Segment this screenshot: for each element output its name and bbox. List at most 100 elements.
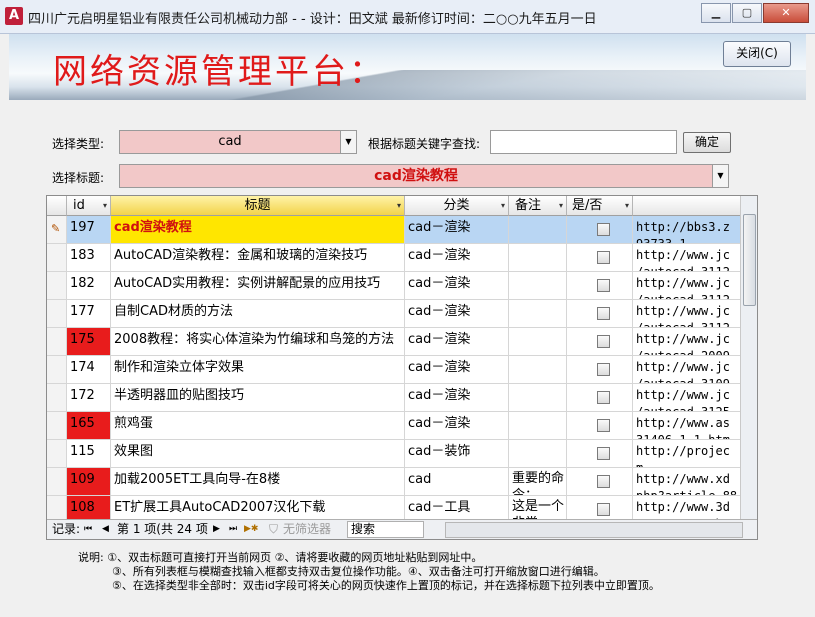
cell-url[interactable]: http://www.jc /autocad-2009: [633, 328, 741, 355]
cell-note[interactable]: [509, 244, 567, 271]
cell-category[interactable]: cad－渲染: [405, 300, 509, 327]
row-selector[interactable]: [47, 384, 67, 411]
column-header-id[interactable]: id ▾: [67, 196, 111, 216]
table-row[interactable]: 165煎鸡蛋cad－渲染 http://www.as 31406-1-1.htm: [47, 412, 741, 440]
flag-checkbox[interactable]: [597, 251, 610, 264]
table-row[interactable]: 183 AutoCAD渲染教程：金属和玻璃的渲染技巧 cad－渲染 http://ww…: [47, 244, 741, 272]
table-row[interactable]: 174制作和渲染立体字效果cad－渲染 http://www.jc /autoca…: [47, 356, 741, 384]
title-combo[interactable]: cad渲染教程 ▼: [119, 164, 729, 188]
cell-id[interactable]: 182: [67, 272, 111, 299]
cell-id[interactable]: 174: [67, 356, 111, 383]
column-header-title[interactable]: 标题 ▾: [111, 196, 405, 216]
cell-note[interactable]: [509, 216, 567, 243]
flag-checkbox[interactable]: [597, 363, 610, 376]
window-close-button[interactable]: ✕: [763, 3, 809, 23]
last-record-icon[interactable]: ⏭: [229, 520, 237, 538]
flag-checkbox[interactable]: [597, 335, 610, 348]
cell-note[interactable]: [509, 328, 567, 355]
cell-id[interactable]: 172: [67, 384, 111, 411]
cell-note[interactable]: [509, 384, 567, 411]
cell-title[interactable]: 加载2005ET工具向导-在8楼: [111, 468, 405, 495]
cell-title[interactable]: 煎鸡蛋: [111, 412, 405, 439]
row-selector[interactable]: [47, 244, 67, 271]
table-row[interactable]: 109加载2005ET工具向导-在8楼cad重要的命令： http://www.x…: [47, 468, 741, 496]
cell-url[interactable]: http://www.jc /autocad-3125: [633, 384, 741, 411]
cell-title[interactable]: 自制CAD材质的方法: [111, 300, 405, 327]
cell-id[interactable]: 175: [67, 328, 111, 355]
cell-flag[interactable]: [567, 216, 633, 243]
cell-category[interactable]: cad－渲染: [405, 384, 509, 411]
chevron-down-icon[interactable]: ▼: [340, 131, 356, 153]
row-selector[interactable]: [47, 412, 67, 439]
cell-flag[interactable]: [567, 328, 633, 355]
table-row[interactable]: 115效果图cad－装饰 http://projec m: [47, 440, 741, 468]
cell-id[interactable]: 115: [67, 440, 111, 467]
maximize-button[interactable]: ▢: [732, 3, 762, 23]
cell-note[interactable]: [509, 440, 567, 467]
cell-category[interactable]: cad－渲染: [405, 272, 509, 299]
cell-url[interactable]: http://www.jc /autocad-3112: [633, 272, 741, 299]
row-selector[interactable]: [47, 440, 67, 467]
cell-id[interactable]: 197: [67, 216, 111, 243]
column-header-category[interactable]: 分类 ▾: [405, 196, 509, 216]
cell-url[interactable]: http://www.xd php?article_88: [633, 468, 741, 495]
cell-flag[interactable]: [567, 412, 633, 439]
new-record-icon[interactable]: ▶✱: [244, 520, 258, 538]
scrollbar-thumb[interactable]: [743, 214, 756, 306]
table-row[interactable]: 182 AutoCAD实用教程：实例讲解配景的应用技巧 cad－渲染 http://w…: [47, 272, 741, 300]
cell-flag[interactable]: [567, 384, 633, 411]
column-header-flag[interactable]: 是/否 ▾: [567, 196, 633, 216]
dropdown-icon[interactable]: ▾: [501, 196, 505, 215]
cell-note[interactable]: 重要的命令：: [509, 468, 567, 495]
cell-url[interactable]: http://www.as 31406-1-1.htm: [633, 412, 741, 439]
cell-id[interactable]: 177: [67, 300, 111, 327]
close-form-button[interactable]: 关闭(C): [723, 41, 791, 67]
row-selector[interactable]: [47, 328, 67, 355]
sort-desc-icon[interactable]: ▾: [103, 196, 107, 215]
cell-note[interactable]: [509, 300, 567, 327]
cell-url[interactable]: http://www.jc /autocad-3109: [633, 356, 741, 383]
minimize-button[interactable]: ▁: [701, 3, 731, 23]
cell-id[interactable]: 183: [67, 244, 111, 271]
horizontal-scrollbar[interactable]: [445, 522, 743, 538]
flag-checkbox[interactable]: [597, 503, 610, 516]
cell-title[interactable]: 效果图: [111, 440, 405, 467]
cell-category[interactable]: cad－渲染: [405, 216, 509, 243]
cell-id[interactable]: 165: [67, 412, 111, 439]
cell-flag[interactable]: [567, 468, 633, 495]
column-header-note[interactable]: 备注 ▾: [509, 196, 567, 216]
dropdown-icon[interactable]: ▾: [397, 196, 401, 215]
type-combo[interactable]: cad ▼: [119, 130, 357, 154]
cell-note[interactable]: [509, 272, 567, 299]
table-row[interactable]: 177自制CAD材质的方法cad－渲染 http://www.jc /autoca…: [47, 300, 741, 328]
dropdown-icon[interactable]: ▾: [559, 196, 563, 215]
flag-checkbox[interactable]: [597, 447, 610, 460]
cell-category[interactable]: cad－渲染: [405, 244, 509, 271]
record-position[interactable]: 第 1 项(共 24 项: [117, 520, 208, 538]
no-filter-indicator[interactable]: 无筛选器: [283, 520, 331, 538]
next-record-icon[interactable]: ▶: [213, 520, 220, 538]
chevron-down-icon[interactable]: ▼: [712, 165, 728, 187]
column-header-url[interactable]: [633, 196, 741, 216]
cell-flag[interactable]: [567, 244, 633, 271]
cell-url[interactable]: http://bbs3.z 93733-1-1.html#: [633, 216, 741, 243]
row-selector[interactable]: ✎: [47, 216, 67, 243]
cell-title[interactable]: 半透明器皿的贴图技巧: [111, 384, 405, 411]
cell-url[interactable]: http://www.jc /autocad-3112: [633, 244, 741, 271]
cell-note[interactable]: [509, 412, 567, 439]
cell-category[interactable]: cad－装饰: [405, 440, 509, 467]
prev-record-icon[interactable]: ◀: [102, 520, 109, 538]
cell-url[interactable]: http://projec m: [633, 440, 741, 467]
cell-title[interactable]: AutoCAD渲染教程：金属和玻璃的渲染技巧: [111, 244, 405, 271]
table-row[interactable]: 175 2008教程：将实心体渲染为竹编球和鸟笼的方法 cad－渲染 http://w…: [47, 328, 741, 356]
cell-note[interactable]: [509, 356, 567, 383]
cell-category[interactable]: cad－渲染: [405, 328, 509, 355]
flag-checkbox[interactable]: [597, 307, 610, 320]
cell-title[interactable]: cad渲染教程: [111, 216, 405, 243]
dropdown-icon[interactable]: ▾: [625, 196, 629, 215]
cell-id[interactable]: 109: [67, 468, 111, 495]
vertical-scrollbar[interactable]: [740, 196, 757, 519]
keyword-input[interactable]: [490, 130, 677, 154]
flag-checkbox[interactable]: [597, 475, 610, 488]
cell-category[interactable]: cad: [405, 468, 509, 495]
